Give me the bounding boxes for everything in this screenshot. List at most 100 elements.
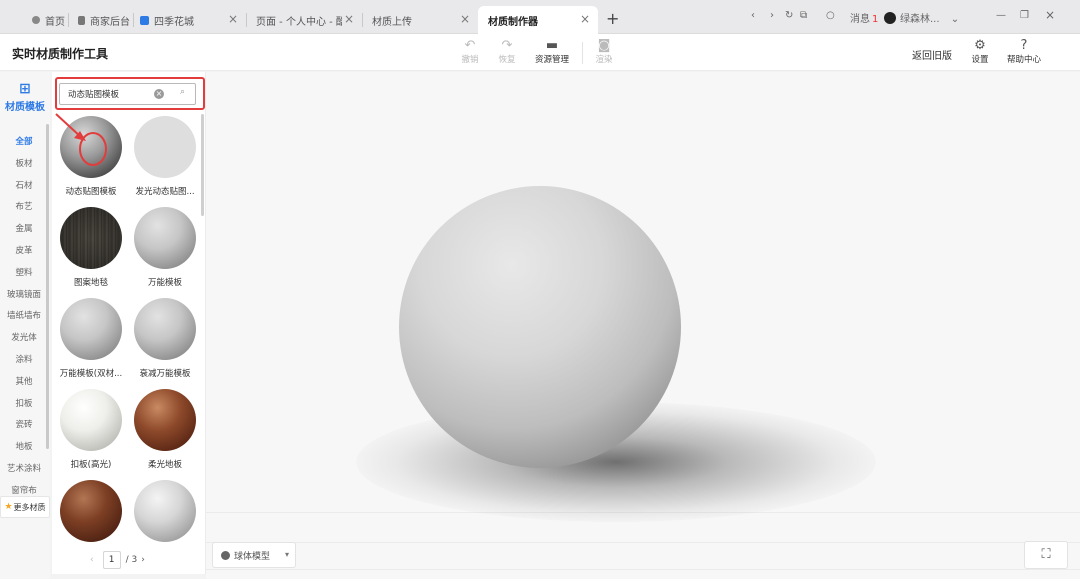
material-card[interactable]: 万能模板(双材... xyxy=(54,298,128,379)
category-item[interactable]: 扣板 xyxy=(0,394,48,416)
search-field[interactable]: × ⌕ xyxy=(59,83,196,105)
redo-icon: ↷ xyxy=(501,38,513,53)
user-menu[interactable]: 绿森林... ⌄ xyxy=(884,10,959,25)
star-icon: ★ xyxy=(4,502,13,512)
site-icon xyxy=(140,15,149,25)
material-card[interactable] xyxy=(54,480,128,542)
redo-button[interactable]: ↷ 恢复 xyxy=(487,38,527,65)
fullscreen-button[interactable]: ⛶ xyxy=(1024,541,1068,569)
clear-icon[interactable]: × xyxy=(154,89,164,99)
new-tab-icon[interactable]: + xyxy=(606,9,619,28)
material-label: 衰减万能模板 xyxy=(139,369,191,379)
category-item[interactable]: 艺术涂料 xyxy=(0,459,48,481)
close-icon[interactable]: × xyxy=(344,13,354,25)
material-card[interactable]: 扣板(高光) xyxy=(54,389,128,470)
category-item[interactable]: 瓷砖 xyxy=(0,415,48,437)
material-panel: × ⌕ 动态贴图模板 发光动态贴图... 图案地毯 万能模板万能模板(双材... 衰减万… xyxy=(52,72,206,574)
app-header: 实时材质制作工具 ↶ 撤销 ↷ 恢复 ▬ 资源管理 ◙ 渲染 返回旧版 ⚙ 设置… xyxy=(0,34,1080,71)
page-input[interactable]: 1 xyxy=(102,551,121,569)
category-item[interactable]: 玻璃镜面 xyxy=(0,285,48,307)
next-page-icon[interactable]: › xyxy=(137,555,149,565)
material-card[interactable]: 柔光地板 xyxy=(128,389,202,470)
material-thumbnail[interactable] xyxy=(60,116,122,178)
search-icon[interactable]: ○ xyxy=(826,10,835,21)
material-card[interactable]: 发光动态贴图... xyxy=(128,116,202,197)
category-item[interactable]: 布艺 xyxy=(0,197,48,219)
nav-forward-icon[interactable]: › xyxy=(770,10,774,21)
material-thumbnail[interactable] xyxy=(134,480,196,542)
material-template-header[interactable]: ⊞ 材质模板 xyxy=(0,80,50,113)
material-label: 柔光地板 xyxy=(147,460,182,470)
avatar xyxy=(884,12,896,24)
messages-button[interactable]: 消息 1 xyxy=(850,10,878,25)
material-card[interactable]: 万能模板 xyxy=(128,207,202,288)
refresh-icon[interactable]: ↻ xyxy=(785,10,793,21)
tab-merchant[interactable]: 商家后台 xyxy=(68,6,134,34)
material-thumbnail[interactable] xyxy=(134,298,196,360)
close-icon[interactable]: × xyxy=(460,13,470,25)
help-center-button[interactable]: ? 帮助中心 xyxy=(1002,38,1046,65)
tab-personal-center[interactable]: 页面 - 个人中心 - 酷 × xyxy=(246,6,362,34)
rail-scrollbar[interactable] xyxy=(46,124,49,449)
render-button[interactable]: ◙ 渲染 xyxy=(584,38,624,65)
undo-icon: ↶ xyxy=(464,38,476,53)
category-item[interactable]: 墙纸墙布 xyxy=(0,306,48,328)
category-item[interactable]: 塑料 xyxy=(0,263,48,285)
nav-back-icon[interactable]: ‹ xyxy=(751,10,755,21)
category-item[interactable]: 全部 xyxy=(0,132,48,154)
minimize-icon[interactable]: — xyxy=(996,10,1006,21)
material-label: 发光动态贴图... xyxy=(135,187,195,197)
restore-icon[interactable]: ❐ xyxy=(1020,10,1029,21)
tab-material-upload[interactable]: 材质上传 × xyxy=(362,6,478,34)
chevron-down-icon: ⌄ xyxy=(950,14,960,25)
material-label: 动态贴图模板 xyxy=(65,187,117,197)
material-thumbnail[interactable] xyxy=(60,389,122,451)
category-item[interactable]: 其他 xyxy=(0,372,48,394)
tab-sijihuacheng[interactable]: 四季花城 × xyxy=(130,6,246,34)
more-materials-button[interactable]: ★ 更多材质 xyxy=(0,496,50,518)
material-thumbnail[interactable] xyxy=(134,207,196,269)
undo-button[interactable]: ↶ 撤销 xyxy=(450,38,490,65)
copy-icon[interactable]: ⧉ xyxy=(800,10,807,21)
window-close-icon[interactable]: × xyxy=(1045,8,1055,22)
close-icon[interactable]: × xyxy=(228,13,238,25)
material-card[interactable]: 动态贴图模板 xyxy=(54,116,128,197)
settings-button[interactable]: ⚙ 设置 xyxy=(960,38,1000,65)
category-item[interactable]: 石材 xyxy=(0,176,48,198)
category-item[interactable]: 涂料 xyxy=(0,350,48,372)
material-label: 扣板(高光) xyxy=(70,460,112,470)
material-card[interactable]: 图案地毯 xyxy=(54,207,128,288)
material-thumbnail[interactable] xyxy=(134,116,196,178)
3d-viewport[interactable]: 球体模型 ▾ ⛶ xyxy=(206,72,1080,579)
category-item[interactable]: 板材 xyxy=(0,154,48,176)
category-item[interactable]: 发光体 xyxy=(0,328,48,350)
category-list: 全部 板材 石材 布艺 金属 皮革 塑料 玻璃镜面 墙纸墙布 发光体 涂料 其他 扣板 瓷砖 地板 艺术涂料窗… xyxy=(0,132,48,503)
back-to-old-version[interactable]: 返回旧版 xyxy=(912,47,952,62)
material-card[interactable] xyxy=(128,480,202,542)
prev-page-icon[interactable]: ‹ xyxy=(86,555,98,565)
model-select[interactable]: 球体模型 ▾ xyxy=(212,542,296,568)
camera-icon: ◙ xyxy=(597,38,611,53)
pagination: ‹ 1 / 3 › xyxy=(86,550,149,570)
preview-sphere[interactable] xyxy=(399,186,681,468)
material-thumbnail[interactable] xyxy=(60,207,122,269)
category-item[interactable]: 地板 xyxy=(0,437,48,459)
material-thumbnail[interactable] xyxy=(60,298,122,360)
folder-icon: ▬ xyxy=(545,38,559,53)
resource-manager-button[interactable]: ▬ 资源管理 xyxy=(532,38,572,65)
material-thumbnail[interactable] xyxy=(134,389,196,451)
browser-tab-bar: 首页 商家后台 四季花城 × 页面 - 个人中心 - 酷 × 材质上传 × 材质… xyxy=(0,0,1080,34)
category-rail: ⊞ 材质模板 全部 板材 石材 布艺 金属 皮革 塑料 玻璃镜面 墙纸墙布 发光体 涂料 其他 扣板 瓷砖… xyxy=(0,72,50,579)
search-icon[interactable]: ⌕ xyxy=(180,87,185,97)
app-title: 实时材质制作工具 xyxy=(12,47,109,61)
close-icon[interactable]: × xyxy=(580,13,590,25)
material-label: 万能模板(双材... xyxy=(59,369,123,379)
material-thumbnail[interactable] xyxy=(60,480,122,542)
tab-home[interactable]: 首页 xyxy=(22,6,72,34)
material-card[interactable]: 衰减万能模板 xyxy=(128,298,202,379)
search-input[interactable] xyxy=(68,87,148,101)
tab-material-maker[interactable]: 材质制作器 × xyxy=(478,6,598,34)
category-item[interactable]: 金属 xyxy=(0,219,48,241)
panel-scrollbar[interactable] xyxy=(201,114,204,216)
category-item[interactable]: 皮革 xyxy=(0,241,48,263)
